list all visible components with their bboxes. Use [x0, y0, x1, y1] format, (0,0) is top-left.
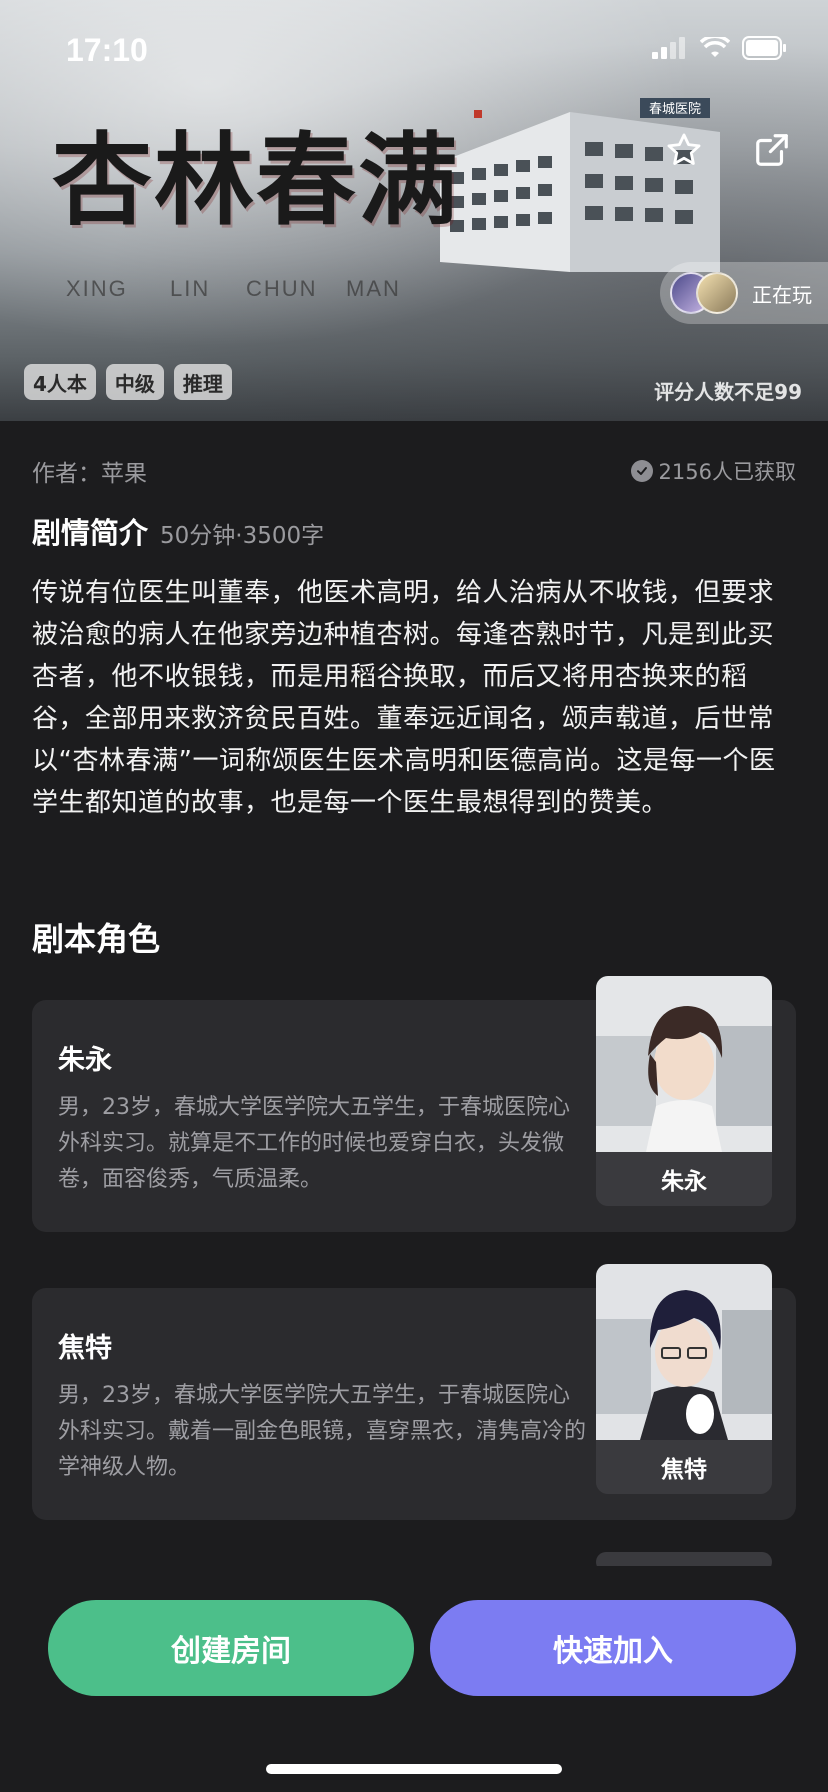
pinyin-2: LIN: [170, 276, 211, 301]
role-description: 男，23岁，春城大学医学院大五学生，于春城医院心外科实习。戴着一副金色眼镜，喜穿…: [58, 1383, 587, 1480]
quick-join-button[interactable]: 快速加入: [430, 1600, 796, 1696]
share-button[interactable]: [744, 122, 800, 178]
create-room-button[interactable]: 创建房间: [48, 1600, 414, 1696]
status-time: 17:10: [66, 32, 148, 68]
cover-pinyin: XING LIN CHUN MAN: [66, 276, 401, 302]
pinyin-3: CHUN: [246, 276, 318, 301]
synopsis-header: 剧情简介 50分钟·3500字: [32, 510, 324, 552]
roles-title: 剧本角色: [32, 920, 161, 958]
obtained-text: 2156人已获取: [658, 460, 796, 484]
player-avatar: [696, 272, 738, 314]
role-portrait-name: 朱永: [596, 1152, 772, 1206]
now-playing-pill[interactable]: 正在玩: [660, 262, 828, 324]
obtained-count: 2156人已获取: [630, 456, 796, 486]
wifi-icon: [700, 37, 730, 57]
role-name: 朱永: [58, 1045, 112, 1076]
share-icon: [756, 134, 788, 166]
building-sign: 春城医院: [649, 102, 701, 117]
cover-banner: 春城医院 杏林春满 XING LIN CHUN MAN 17:10 正在玩 4人…: [0, 0, 828, 421]
role-description: 男，23岁，春城大学医学院大五学生，于春城医院心外科实习。就算是不工作的时候也爱…: [58, 1095, 570, 1192]
role-name: 焦特: [58, 1333, 112, 1364]
check-circle-icon: [630, 460, 653, 482]
role-portrait[interactable]: 焦特: [596, 1264, 772, 1494]
status-bar: 17:10: [0, 0, 828, 96]
role-portrait-name: 焦特: [596, 1440, 772, 1494]
battery-icon: [742, 36, 786, 60]
role-portrait-image: [596, 1264, 772, 1440]
home-indicator: [266, 1764, 562, 1774]
status-icons: [652, 36, 788, 60]
role-portrait[interactable]: 朱永: [596, 976, 772, 1206]
rating-note: 评分人数不足99: [654, 380, 802, 404]
pinyin-4: MAN: [346, 276, 401, 301]
synopsis-text: 传说有位医生叫董奉，他医术高明，给人治病从不收钱，但要求被治愈的病人在他家旁边种…: [32, 578, 776, 818]
now-playing-label: 正在玩: [752, 282, 812, 307]
script-detail-screen: 春城医院 杏林春满 XING LIN CHUN MAN 17:10 正在玩 4人…: [0, 0, 828, 1792]
author-label: 作者：苹果: [32, 461, 147, 487]
hospital-building-image: 春城医院: [440, 98, 720, 272]
pinyin-1: XING: [66, 276, 128, 301]
tag-genre: 推理: [173, 364, 232, 400]
favorite-button[interactable]: [656, 122, 712, 178]
meta-row: 作者：苹果 2156人已获取: [32, 454, 796, 488]
tag-difficulty: 中级: [105, 364, 164, 400]
synopsis-title: 剧情简介: [32, 516, 149, 550]
tag-players: 4人本: [24, 364, 96, 400]
synopsis-meta: 50分钟·3500字: [160, 523, 325, 549]
role-portrait-image: [596, 976, 772, 1152]
star-icon: [667, 133, 701, 165]
tag-list: 4人本 中级 推理: [24, 364, 232, 400]
cover-title: 杏林春满: [52, 121, 460, 239]
signal-icon: [652, 37, 685, 59]
